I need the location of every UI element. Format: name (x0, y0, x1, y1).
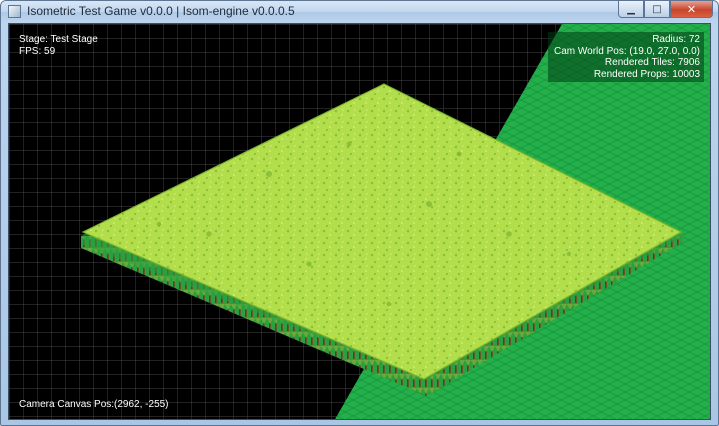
cam-world-pos-readout: Cam World Pos: (19.0, 27.0, 0.0) (554, 45, 700, 57)
rendered-tiles-readout: Rendered Tiles: 7906 (604, 57, 700, 68)
radius-readout: Radius: 72 (652, 34, 700, 45)
camera-canvas-pos: Camera Canvas Pos:(2962, -255) (19, 399, 169, 410)
rendered-props-readout: Rendered Props: 10003 (593, 68, 700, 80)
window-controls: ▁ □ ✕ (618, 1, 713, 19)
game-viewport[interactable]: Stage: Test Stage FPS: 59 Radius: 72 Cam… (8, 23, 711, 420)
app-icon (8, 5, 21, 18)
maximize-button[interactable]: □ (644, 1, 670, 18)
minimize-button[interactable]: ▁ (618, 1, 644, 18)
stage-label: Stage: Test Stage (19, 34, 98, 45)
hud-debug-panel: Radius: 72 Cam World Pos: (19.0, 27.0, 0… (548, 32, 704, 82)
fps-counter: FPS: 59 (19, 46, 56, 57)
game-window: Isometric Test Game v0.0.0 | Isom-engine… (0, 0, 719, 426)
title-bar[interactable]: Isometric Test Game v0.0.0 | Isom-engine… (1, 1, 718, 23)
close-button[interactable]: ✕ (670, 1, 713, 18)
window-title: Isometric Test Game v0.0.0 | Isom-engine… (27, 4, 295, 18)
hud-stage-info: Stage: Test Stage FPS: 59 (19, 34, 98, 58)
game-scene (9, 24, 710, 419)
